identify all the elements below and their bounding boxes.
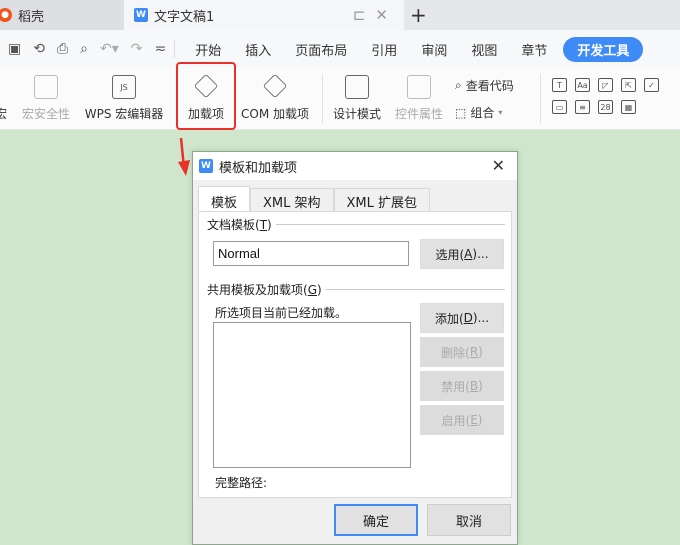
menu-start[interactable]: 开始 [183,40,233,59]
red-arrow-annotation [178,138,190,176]
pin-window-icon[interactable]: ⊏ [353,6,366,24]
loaded-items-note: 所选项目当前已经加载。 [215,304,352,321]
cancel-button[interactable]: 取消 [427,504,511,536]
control-properties-button[interactable]: 控件属性 [390,68,448,130]
js-editor-icon: JS [112,75,136,99]
format-painter-icon[interactable]: ⟲ [33,41,45,57]
shield-document-icon [34,75,58,99]
print-preview-icon[interactable]: ⌕ [80,41,88,57]
menu-references[interactable]: 引用 [359,40,409,59]
view-code-label: 查看代码 [465,79,514,93]
select-template-button[interactable]: 选用(A)... [420,239,504,269]
menu-review[interactable]: 审阅 [409,40,459,59]
macro-label: 宏 [0,107,7,121]
add-button[interactable]: 添加(D)... [420,303,504,333]
table-control-icon[interactable]: ▦ [621,100,636,114]
divider [540,74,541,124]
tab-document-label: 文字文稿1 [154,9,215,25]
templates-panel: 文档模板(T) 选用(A)... 共用模板及加载项(G) 所选项目当前已经加载。… [198,211,512,498]
design-mode-button[interactable]: 设计模式 [328,68,386,130]
com-addins-label: COM 加载项 [241,107,309,121]
macro-security-label: 宏安全性 [21,107,70,121]
tab-bar: ● 稻壳 W 文字文稿1 ⊏ ✕ + [0,0,680,30]
quick-access-toolbar: ▣ ⟲ ⎙ ⌕ ↶▾ ↷ ≂ [0,41,166,57]
delete-button[interactable]: 删除(R) [420,337,504,367]
undo-icon[interactable]: ↶▾ [100,41,119,57]
text-control-icon[interactable]: T [552,78,567,92]
divider [174,40,176,58]
com-addins-button[interactable]: COM 加载项 [236,68,314,130]
print-icon[interactable]: ⎙ [57,41,68,57]
label-control-icon[interactable]: Aa [575,78,590,92]
view-code-button[interactable]: ⌕ 查看代码 [455,77,514,94]
addins-highlight-box [176,62,236,130]
checkbox-control-icon[interactable]: ✓ [644,78,659,92]
enable-button[interactable]: 启用(E) [420,405,504,435]
control-properties-icon [407,75,431,99]
close-tab-icon[interactable]: ✕ [375,6,388,24]
wps-macro-editor-label: WPS 宏编辑器 [84,107,164,121]
docer-logo-icon: ● [0,8,12,22]
more-icon[interactable]: ≂ [155,41,167,57]
image-control-icon[interactable]: ◸ [598,78,613,92]
view-code-icon: ⌕ [455,78,462,92]
design-mode-icon [345,75,369,99]
tab-home-label: 稻壳 [18,9,45,25]
picture-control-icon[interactable]: ⇱ [621,78,636,92]
macro-security-button[interactable]: 宏安全性 [16,68,76,130]
new-tab-button[interactable]: + [410,3,427,27]
dialog-titlebar[interactable]: W 模板和加载项 [193,152,517,180]
menu-developer-tools[interactable]: 开发工具 [563,36,644,62]
menu-page-layout[interactable]: 页面布局 [283,40,359,59]
menu-insert[interactable]: 插入 [233,40,283,59]
tab-home[interactable]: ● 稻壳 [0,0,124,30]
menu-section[interactable]: 章节 [509,40,559,59]
full-path-label: 完整路径: [215,474,272,491]
writer-icon: W [134,8,148,22]
document-template-input[interactable] [213,241,409,266]
shared-templates-group-label: 共用模板及加载项(G) [207,281,326,298]
tab-document[interactable]: W 文字文稿1 ⊏ ✕ [124,0,404,30]
dialog-title: 模板和加载项 [219,160,298,176]
controls-gallery: T Aa ◸ ⇱ ✓ ▭ ≡ 28 ▦ [552,78,662,114]
group-icon: ⬚ [455,105,467,120]
menu-bar: ▣ ⟲ ⎙ ⌕ ↶▾ ↷ ≂ 开始 插入 页面布局 引用 审阅 视图 章节 开发… [0,30,680,68]
addins-listbox[interactable] [213,322,411,468]
divider [322,74,323,124]
cube-gear-icon [262,73,288,99]
redo-icon[interactable]: ↷ [131,41,143,57]
combobox-control-icon[interactable]: ▭ [552,100,567,114]
templates-addins-dialog: W 模板和加载项 ✕ 模板 XML 架构 XML 扩展包 文档模板(T) 选用(… [192,151,518,545]
date-control-icon[interactable]: 28 [598,100,613,114]
list-control-icon[interactable]: ≡ [575,100,590,114]
document-template-group-label: 文档模板(T) [207,216,276,233]
disable-button[interactable]: 禁用(B) [420,371,504,401]
writer-icon: W [199,159,213,173]
wps-macro-editor-button[interactable]: JS WPS 宏编辑器 [80,68,168,130]
control-properties-label: 控件属性 [394,107,443,121]
macro-button[interactable]: 宏 [0,68,8,130]
chevron-down-icon: ▾ [498,108,503,117]
ok-button[interactable]: 确定 [334,504,418,536]
group-button[interactable]: ⬚ 组合 ▾ [455,104,502,121]
menu-view[interactable]: 视图 [459,40,509,59]
group-label: 组合 [470,106,495,120]
save-icon[interactable]: ▣ [8,41,21,57]
design-mode-label: 设计模式 [332,107,381,121]
close-icon[interactable]: ✕ [492,156,505,175]
